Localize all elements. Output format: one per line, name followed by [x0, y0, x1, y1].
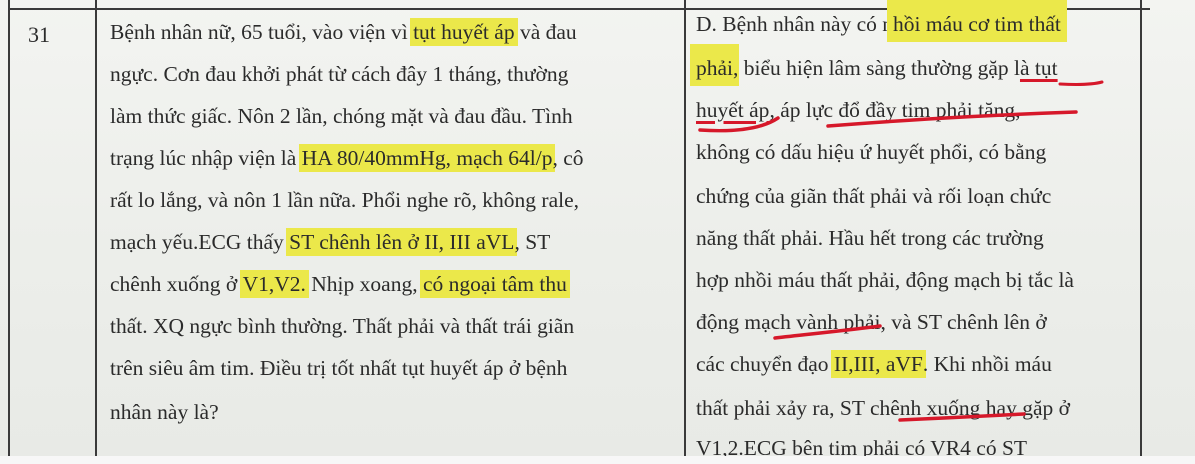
answer-line: không có dấu hiệu ứ huyết phổi, có bằng: [696, 140, 1046, 165]
text-segment: Nhịp xoang,: [305, 272, 423, 296]
highlighted-text: HA 80/40mmHg, mạch 64l/p: [298, 144, 556, 172]
text-segment: D. Bệnh nhân này có n: [696, 12, 894, 36]
question-line: nhân này là?: [110, 400, 219, 425]
text-segment: chứng của giãn thất phải và rối loạn chứ…: [696, 184, 1052, 208]
answer-line: năng thất phải. Hầu hết trong các trường: [696, 226, 1044, 251]
answer-line: các chuyển đạo II,III, aVF. Khi nhồi máu: [696, 350, 1052, 378]
answer-line: phải, biểu hiện lâm sàng thường gặp là t…: [690, 44, 1058, 86]
row-number: 31: [28, 22, 50, 47]
underlined-text: huyết áp: [696, 98, 770, 122]
text-segment: rất lo lắng, và nôn 1 lần nữa. Phổi nghe…: [110, 188, 580, 212]
question-line: chênh xuống ở V1,V2. Nhịp xoang, có ngoạ…: [110, 270, 570, 298]
highlighted-text: II,III, aVF: [830, 350, 926, 378]
scanned-page: 31 Bệnh nhân nữ, 65 tuổi, vào viện vì tụ…: [0, 0, 1195, 464]
answer-line: hợp nhồi máu thất phải, động mạch bị tắc…: [696, 268, 1074, 293]
text-segment: và đau: [514, 20, 577, 44]
table-right-border: [1140, 0, 1142, 456]
answer-line: huyết áp, áp lực đổ đầy tim phải tăng,: [696, 98, 1021, 123]
text-segment: mạch yếu.ECG thấy: [110, 230, 290, 254]
page-bottom-edge: [0, 456, 1195, 464]
highlighted-text: V1,V2.: [239, 270, 309, 298]
question-line: trên siêu âm tim. Điều trị tốt nhất tụt …: [110, 356, 567, 381]
question-line: thất. XQ ngực bình thường. Thất phải và …: [110, 314, 574, 339]
text-segment: ngực. Cơn đau khởi phát từ cách đây 1 th…: [110, 62, 569, 86]
answer-line: D. Bệnh nhân này có nhồi máu cơ tim thất: [696, 0, 1067, 42]
table-left-border: [8, 0, 10, 456]
question-line: rất lo lắng, và nôn 1 lần nữa. Phổi nghe…: [110, 188, 579, 213]
table-divider-answer: [684, 0, 686, 456]
text-segment: làm thức giấc. Nôn 2 lần, chóng mặt và đ…: [110, 104, 573, 128]
answer-line: chứng của giãn thất phải và rối loạn chứ…: [696, 184, 1051, 209]
pen-stroke-la-tut: [1058, 80, 1104, 86]
text-segment: trên siêu âm tim. Điều trị tốt nhất tụt …: [110, 356, 568, 380]
text-segment: trạng lúc nhập viện là: [110, 146, 302, 170]
question-line: trạng lúc nhập viện là HA 80/40mmHg, mạc…: [110, 144, 584, 172]
text-segment: thất. XQ ngực bình thường. Thất phải và …: [110, 314, 575, 338]
question-line: mạch yếu.ECG thấy ST chênh lên ở II, III…: [110, 228, 551, 256]
text-segment: thất phải xảy ra, ST chênh xuống hay gặp…: [696, 396, 1070, 420]
underlined-text: à tụt: [1019, 56, 1058, 80]
highlighted-text: ST chênh lên ở II, III aVL: [286, 228, 518, 256]
text-segment: các chuyển đạo: [696, 352, 834, 376]
highlighted-text: có ngoại tâm thu: [419, 270, 570, 298]
highlighted-text: tụt huyết áp: [410, 18, 518, 46]
question-line: ngực. Cơn đau khởi phát từ cách đây 1 th…: [110, 62, 568, 87]
text-segment: năng thất phải. Hầu hết trong các trường: [696, 226, 1044, 250]
answer-line: thất phải xảy ra, ST chênh xuống hay gặp…: [696, 396, 1070, 421]
text-segment: Bệnh nhân nữ, 65 tuổi, vào viện vì: [110, 20, 414, 44]
text-segment: nhân này là?: [110, 400, 219, 424]
highlighted-text: hồi máu cơ tim thất: [887, 0, 1067, 42]
text-segment: , áp lực đổ đầy tim phải tăng,: [769, 98, 1021, 122]
table-divider-num: [95, 0, 97, 456]
text-segment: . Khi nhồi máu: [922, 352, 1052, 376]
text-segment: , biểu hiện lâm sàng thường gặp l: [733, 56, 1020, 80]
question-line: làm thức giấc. Nôn 2 lần, chóng mặt và đ…: [110, 104, 573, 129]
answer-line: động mạch vành phải, và ST chênh lên ở: [696, 310, 1047, 335]
question-line: Bệnh nhân nữ, 65 tuổi, vào viện vì tụt h…: [110, 18, 577, 46]
text-segment: , cô: [552, 146, 584, 170]
text-segment: chênh xuống ở: [110, 272, 243, 296]
text-segment: hợp nhồi máu thất phải, động mạch bị tắc…: [696, 268, 1074, 292]
text-segment: không có dấu hiệu ứ huyết phổi, có bằng: [696, 140, 1047, 164]
text-segment: , ST: [514, 230, 551, 254]
text-segment: động mạch vành phải, và ST chênh lên ở: [696, 310, 1047, 334]
highlighted-text: phải: [690, 44, 740, 86]
